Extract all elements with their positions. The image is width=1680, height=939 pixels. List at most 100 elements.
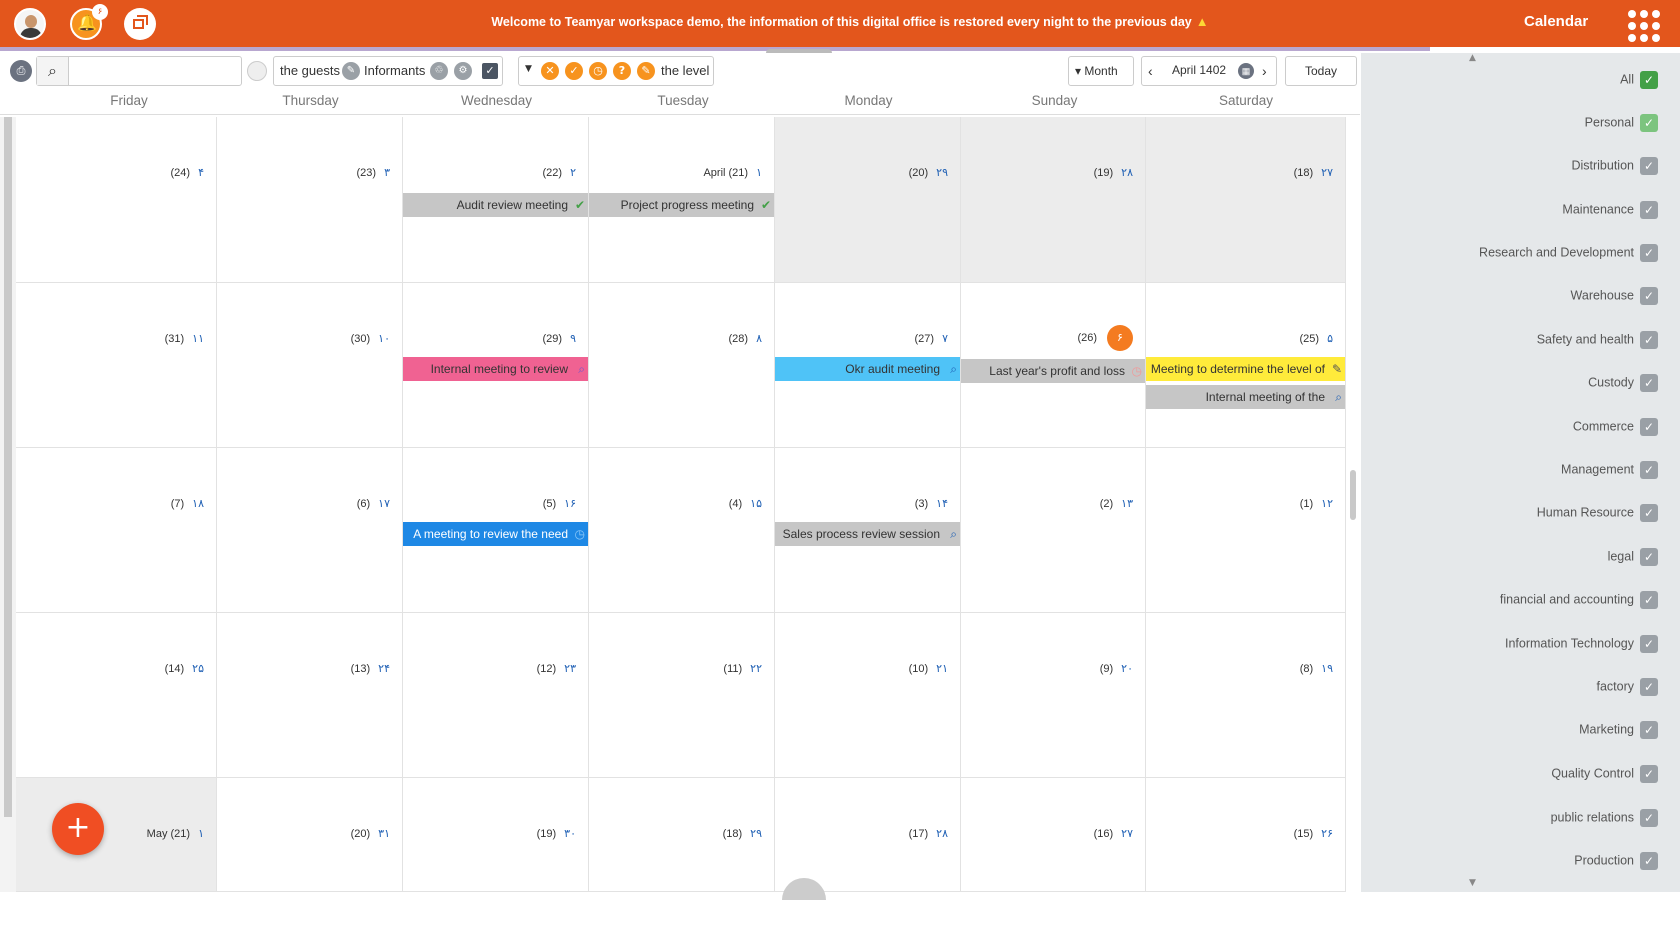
checkbox-icon[interactable]: ✓: [1640, 374, 1658, 392]
checkbox-icon[interactable]: ✓: [1640, 461, 1658, 479]
checkbox-icon[interactable]: ✓: [1640, 71, 1658, 89]
event-determine-level[interactable]: Meeting to determine the level of ✎: [1146, 357, 1345, 381]
checkbox-icon[interactable]: ✓: [1640, 244, 1658, 262]
status-filter[interactable]: ▼ ✕ ✓ ◷ ? ✎ the level: [518, 56, 714, 86]
category-item[interactable]: Production ✓: [1574, 852, 1658, 870]
checkbox-icon[interactable]: ✓: [1640, 548, 1658, 566]
category-item[interactable]: Management ✓: [1561, 461, 1658, 479]
search-input[interactable]: [71, 57, 239, 85]
day-cell[interactable]: (17) ۲۸: [775, 778, 961, 892]
checkbox-icon[interactable]: ✓: [1640, 504, 1658, 522]
checkbox-icon[interactable]: ✓: [1640, 852, 1658, 870]
event-okr-audit[interactable]: Okr audit meeting ⌕: [775, 357, 960, 381]
category-item[interactable]: Safety and health ✓: [1537, 331, 1658, 349]
calendar-scrollbar[interactable]: [0, 117, 16, 892]
day-cell[interactable]: (23) ۳: [217, 117, 403, 283]
chevron-down-icon[interactable]: ▼: [525, 64, 532, 74]
checkbox-icon[interactable]: ✓: [1640, 765, 1658, 783]
checkbox-icon[interactable]: ✓: [1640, 114, 1658, 132]
category-item[interactable]: Human Resource ✓: [1537, 504, 1658, 522]
next-period-button[interactable]: ›: [1262, 63, 1267, 79]
checkbox-icon[interactable]: ✓: [1640, 721, 1658, 739]
pending-status-icon[interactable]: ◷: [589, 62, 607, 80]
checkbox-icon[interactable]: ✓: [1640, 591, 1658, 609]
participants-filter[interactable]: the guests ✎ Informants ♲ ⚙ ✓: [273, 56, 503, 86]
grid-scroll-indicator[interactable]: [1350, 470, 1356, 520]
checkbox-icon[interactable]: ✓: [1640, 635, 1658, 653]
event-project-progress[interactable]: Project progress meeting ✔: [589, 193, 774, 217]
day-cell[interactable]: (8) ۱۹: [1146, 613, 1346, 778]
category-item[interactable]: public relations ✓: [1551, 809, 1658, 827]
category-item[interactable]: legal ✓: [1608, 548, 1658, 566]
day-cell[interactable]: (11) ۲۲: [589, 613, 775, 778]
calendar-picker-icon[interactable]: ▦: [1238, 63, 1254, 79]
checkbox-icon[interactable]: ✓: [1640, 331, 1658, 349]
day-cell[interactable]: (28) ۸: [589, 283, 775, 448]
day-cell[interactable]: (10) ۲۱: [775, 613, 961, 778]
day-cell[interactable]: (27) ۷ Okr audit meeting ⌕: [775, 283, 961, 448]
today-button[interactable]: Today: [1285, 56, 1357, 86]
notification-bell-icon[interactable]: 🔔 ۶: [70, 4, 108, 40]
cancel-status-icon[interactable]: ✕: [541, 62, 559, 80]
category-item[interactable]: Personal ✓: [1585, 114, 1658, 132]
checkbox-icon[interactable]: ✓: [1640, 157, 1658, 175]
checkbox-icon[interactable]: ✓: [482, 63, 498, 79]
day-cell[interactable]: (31) ۱۱: [16, 283, 217, 448]
day-cell[interactable]: (2) ۱۳: [961, 448, 1146, 613]
scroll-up-icon[interactable]: ▲: [1469, 53, 1476, 63]
event-review-need[interactable]: A meeting to review the need ◷: [403, 522, 588, 546]
category-all[interactable]: All ✓: [1620, 71, 1658, 89]
category-item[interactable]: factory ✓: [1596, 678, 1658, 696]
event-profit-loss[interactable]: Last year's profit and loss ◷: [961, 359, 1145, 383]
question-status-icon[interactable]: ?: [613, 62, 631, 80]
event-audit-review[interactable]: Audit review meeting ✔: [403, 193, 588, 217]
scroll-down-icon[interactable]: ▼: [1469, 878, 1476, 888]
day-cell[interactable]: (3) ۱۴ Sales process review session ⌕: [775, 448, 961, 613]
category-item[interactable]: Research and Development ✓: [1479, 244, 1658, 262]
category-item[interactable]: Maintenance ✓: [1562, 201, 1658, 219]
day-cell[interactable]: (20) ۲۹: [775, 117, 961, 283]
day-cell[interactable]: (20) ۳۱: [217, 778, 403, 892]
checkbox-icon[interactable]: ✓: [1640, 809, 1658, 827]
user-avatar[interactable]: [14, 8, 46, 40]
edit-status-icon[interactable]: ✎: [637, 62, 655, 80]
done-status-icon[interactable]: ✓: [565, 62, 583, 80]
day-cell[interactable]: (26) ۶ Last year's profit and loss ◷: [961, 283, 1146, 448]
day-cell[interactable]: (1) ۱۲: [1146, 448, 1346, 613]
day-cell[interactable]: (29) ۹ Internal meeting to review ⌕: [403, 283, 589, 448]
day-cell[interactable]: (18) ۲۹: [589, 778, 775, 892]
day-cell[interactable]: April (21) ۱ Project progress meeting ✔: [589, 117, 775, 283]
filter-informants[interactable]: Informants: [364, 63, 425, 78]
checkbox-icon[interactable]: ✓: [1640, 418, 1658, 436]
day-cell[interactable]: (9) ۲۰: [961, 613, 1146, 778]
category-item[interactable]: financial and accounting ✓: [1500, 591, 1658, 609]
day-cell[interactable]: (25) ۵ Meeting to determine the level of ✎…: [1146, 283, 1346, 448]
day-cell[interactable]: (19) ۳۰: [403, 778, 589, 892]
day-cell[interactable]: (22) ۲ Audit review meeting ✔: [403, 117, 589, 283]
event-internal-review[interactable]: Internal meeting to review ⌕: [403, 357, 588, 381]
day-cell[interactable]: (19) ۲۸: [961, 117, 1146, 283]
day-cell[interactable]: (6) ۱۷: [217, 448, 403, 613]
day-cell[interactable]: (24) ۴: [16, 117, 217, 283]
event-sales-review[interactable]: Sales process review session ⌕: [775, 522, 960, 546]
checkbox-icon[interactable]: ✓: [1640, 201, 1658, 219]
day-cell[interactable]: (5) ۱۶ A meeting to review the need ◷: [403, 448, 589, 613]
day-cell[interactable]: (13) ۲۴: [217, 613, 403, 778]
apps-grid-icon[interactable]: [1628, 10, 1660, 42]
filter-guests[interactable]: the guests: [280, 63, 340, 78]
category-item[interactable]: Commerce ✓: [1573, 418, 1658, 436]
day-cell[interactable]: (30) ۱۰: [217, 283, 403, 448]
day-cell[interactable]: (4) ۱۵: [589, 448, 775, 613]
prev-period-button[interactable]: ‹: [1148, 63, 1153, 79]
checkbox-icon[interactable]: ✓: [1640, 287, 1658, 305]
day-cell[interactable]: (14) ۲۵: [16, 613, 217, 778]
category-item[interactable]: Warehouse ✓: [1571, 287, 1658, 305]
day-cell[interactable]: (15) ۲۶: [1146, 778, 1346, 892]
checkbox-icon[interactable]: ✓: [1640, 678, 1658, 696]
select-radio[interactable]: [247, 61, 267, 81]
event-internal-meeting[interactable]: Internal meeting of the ⌕: [1146, 385, 1345, 409]
day-cell[interactable]: (7) ۱۸: [16, 448, 217, 613]
day-cell[interactable]: (12) ۲۳: [403, 613, 589, 778]
day-cell[interactable]: May (21) ۱: [16, 778, 217, 892]
windows-icon[interactable]: [124, 8, 156, 40]
